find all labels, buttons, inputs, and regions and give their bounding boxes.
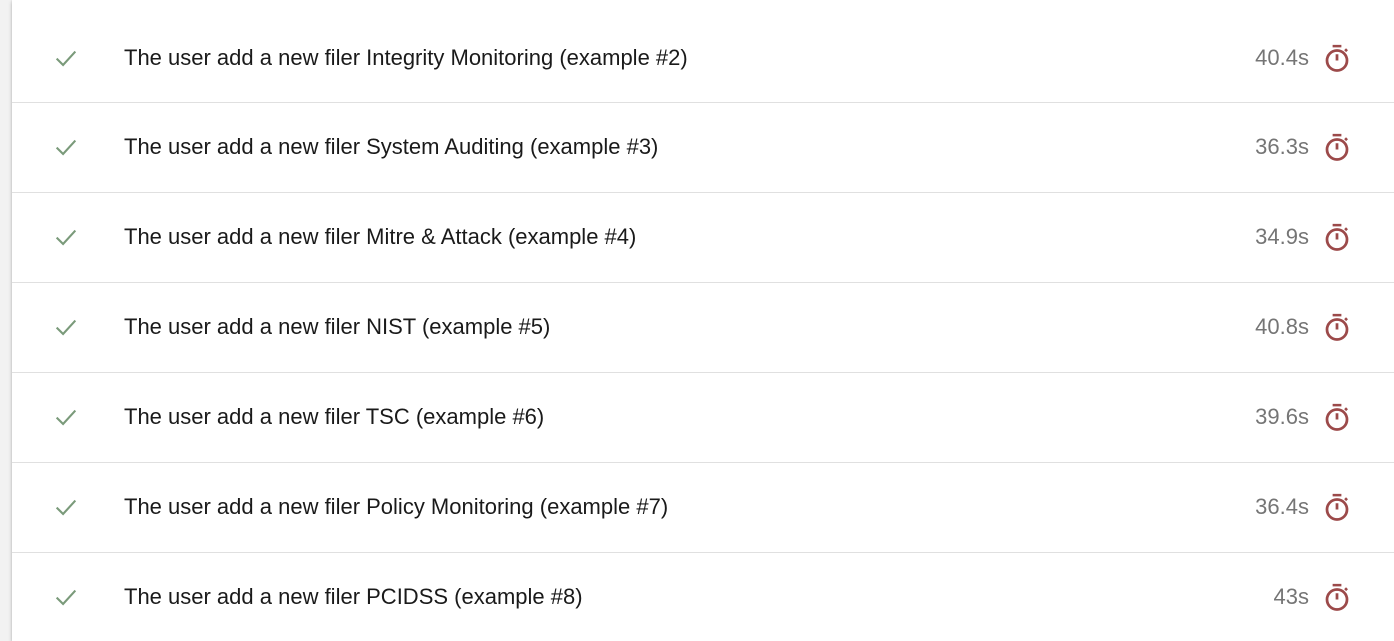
test-title: The user add a new filer System Auditing… (124, 134, 659, 159)
stopwatch-icon (1325, 583, 1349, 611)
check-icon (55, 499, 77, 516)
check-icon (55, 409, 77, 426)
stopwatch-icon (1325, 44, 1349, 72)
test-row[interactable]: The user add a new filer NIST (example #… (12, 282, 1394, 371)
stopwatch-icon (1325, 403, 1349, 431)
test-duration: 43s (1273, 584, 1309, 609)
stopwatch-icon (1325, 313, 1349, 341)
test-row[interactable]: The user add a new filer System Auditing… (12, 102, 1394, 191)
test-duration: 40.4s (1255, 44, 1309, 70)
test-title: The user add a new filer Integrity Monit… (124, 44, 688, 70)
test-row[interactable]: The user add a new filer TSC (example #6… (12, 372, 1394, 461)
check-icon (55, 139, 77, 156)
test-row[interactable]: The user add a new filer Policy Monitori… (12, 462, 1394, 551)
test-title: The user add a new filer Policy Monitori… (124, 494, 669, 519)
check-icon (55, 229, 77, 246)
test-row[interactable]: The user add a new filer PCIDSS (example… (12, 552, 1394, 641)
test-title: The user add a new filer TSC (example #6… (124, 404, 545, 429)
check-icon (55, 50, 77, 67)
stopwatch-icon (1325, 133, 1349, 161)
test-duration: 39.6s (1255, 404, 1309, 429)
test-duration: 36.3s (1255, 134, 1309, 159)
test-title: The user add a new filer Mitre & Attack … (124, 224, 637, 249)
test-title: The user add a new filer PCIDSS (example… (124, 584, 583, 609)
test-row[interactable]: The user add a new filer Integrity Monit… (12, 13, 1394, 102)
test-duration: 34.9s (1255, 224, 1309, 249)
stopwatch-icon (1325, 493, 1349, 521)
test-title: The user add a new filer NIST (example #… (124, 314, 551, 339)
test-duration: 36.4s (1255, 494, 1309, 519)
test-results-list: The user add a new filer Integrity Monit… (12, 0, 1394, 641)
test-duration: 40.8s (1255, 314, 1309, 339)
check-icon (55, 589, 77, 606)
stopwatch-icon (1325, 223, 1349, 251)
check-icon (55, 319, 77, 336)
test-row[interactable]: The user add a new filer Mitre & Attack … (12, 192, 1394, 281)
